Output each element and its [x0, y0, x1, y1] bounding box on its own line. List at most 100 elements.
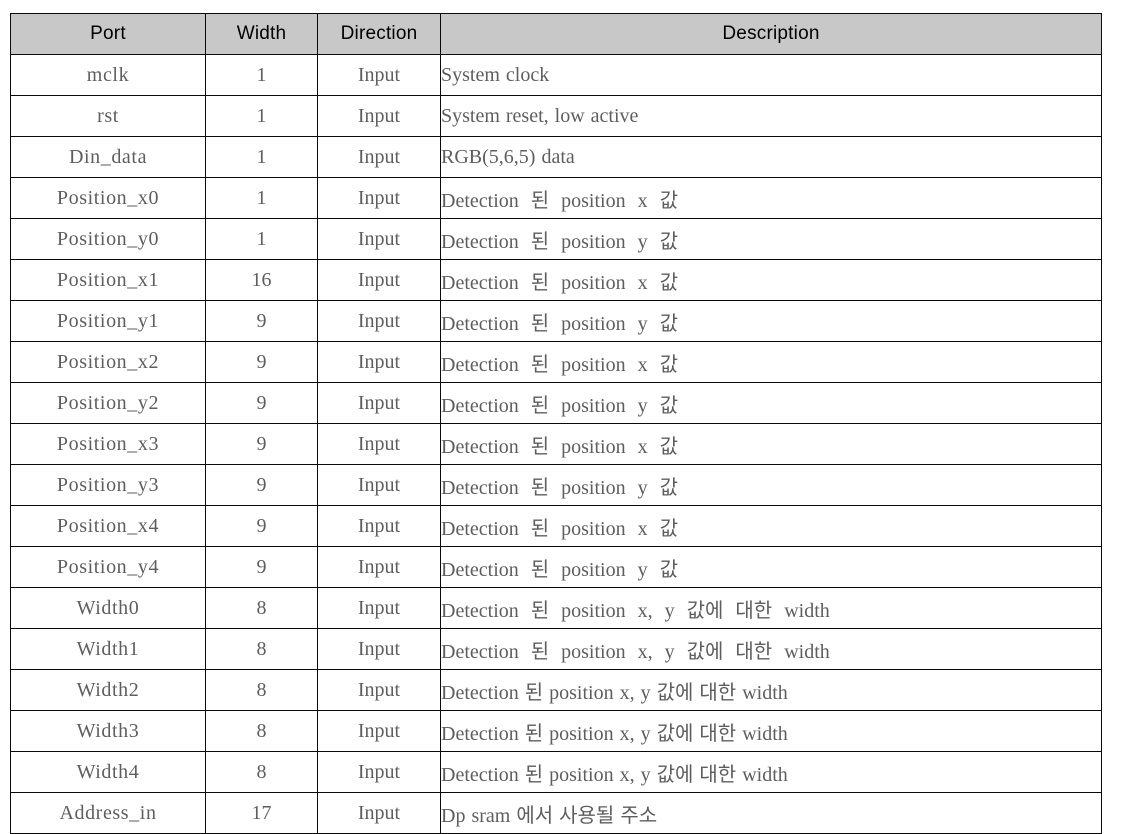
cell-port: Position_y4	[10, 546, 206, 588]
cell-description: System reset, low active	[440, 95, 1102, 137]
cell-width: 9	[205, 505, 318, 547]
cell-description: Detection 된 position y 값	[440, 300, 1102, 342]
cell-direction: Input	[317, 464, 441, 506]
table-row: Width0 8 Input Detection 된 position x, y 값에…	[10, 587, 1102, 629]
cell-width: 9	[205, 382, 318, 424]
table-row: Width4 8 Input Detection 된 position x, y 값에…	[10, 751, 1102, 793]
table-row: Position_x2 9 Input Detection 된 position x …	[10, 341, 1102, 383]
cell-port: Width4	[10, 751, 206, 793]
table-row: Din_data 1 Input RGB(5,6,5) data	[10, 136, 1102, 178]
cell-width: 8	[205, 710, 318, 752]
table-row: Address_in 17 Input Dp sram 에서 사용될 주소	[10, 792, 1102, 834]
table-body: mclk 1 Input System clock rst 1 Input System re…	[10, 54, 1102, 834]
cell-direction: Input	[317, 300, 441, 342]
cell-direction: Input	[317, 546, 441, 588]
cell-width: 16	[205, 259, 318, 301]
cell-port: Position_y0	[10, 218, 206, 260]
cell-description: Detection 된 position x 값	[440, 177, 1102, 219]
column-header-direction: Direction	[317, 13, 441, 55]
cell-width: 1	[205, 136, 318, 178]
cell-port: Position_x2	[10, 341, 206, 383]
cell-width: 8	[205, 587, 318, 629]
cell-direction: Input	[317, 423, 441, 465]
table-header: Port Width Direction Description	[10, 13, 1102, 55]
cell-direction: Input	[317, 136, 441, 178]
table-row: mclk 1 Input System clock	[10, 54, 1102, 96]
cell-description: Detection 된 position y 값	[440, 546, 1102, 588]
cell-port: Position_x1	[10, 259, 206, 301]
cell-width: 1	[205, 54, 318, 96]
cell-port: mclk	[10, 54, 206, 96]
cell-width: 1	[205, 218, 318, 260]
table-row: Position_x3 9 Input Detection 된 position x …	[10, 423, 1102, 465]
cell-port: Position_y1	[10, 300, 206, 342]
cell-width: 17	[205, 792, 318, 834]
table-row: Position_y4 9 Input Detection 된 position y …	[10, 546, 1102, 588]
cell-direction: Input	[317, 628, 441, 670]
table-row: Position_x1 16 Input Detection 된 position x…	[10, 259, 1102, 301]
cell-port: Din_data	[10, 136, 206, 178]
cell-width: 8	[205, 628, 318, 670]
cell-port: Width2	[10, 669, 206, 711]
cell-port: Position_x4	[10, 505, 206, 547]
cell-port: Address_in	[10, 792, 206, 834]
cell-port: Position_x3	[10, 423, 206, 465]
cell-port: Width1	[10, 628, 206, 670]
cell-direction: Input	[317, 792, 441, 834]
cell-width: 1	[205, 177, 318, 219]
column-header-width: Width	[205, 13, 318, 55]
cell-description: Detection 된 position x, y 값에 대한 width	[440, 628, 1102, 670]
table-row: rst 1 Input System reset, low active	[10, 95, 1102, 137]
cell-direction: Input	[317, 54, 441, 96]
cell-port: Position_y3	[10, 464, 206, 506]
cell-direction: Input	[317, 218, 441, 260]
table-row: Position_x4 9 Input Detection 된 position x …	[10, 505, 1102, 547]
table-header-row: Port Width Direction Description	[10, 13, 1102, 55]
cell-port: Width0	[10, 587, 206, 629]
cell-width: 9	[205, 464, 318, 506]
table-row: Width2 8 Input Detection 된 position x, y 값에…	[10, 669, 1102, 711]
cell-description: Detection 된 position x, y 값에 대한 width	[440, 587, 1102, 629]
cell-port: rst	[10, 95, 206, 137]
cell-direction: Input	[317, 751, 441, 793]
cell-description: Detection 된 position x 값	[440, 505, 1102, 547]
cell-direction: Input	[317, 341, 441, 383]
cell-width: 9	[205, 341, 318, 383]
cell-width: 1	[205, 95, 318, 137]
table-row: Position_y2 9 Input Detection 된 position y …	[10, 382, 1102, 424]
cell-direction: Input	[317, 505, 441, 547]
cell-description: RGB(5,6,5) data	[440, 136, 1102, 178]
column-header-description: Description	[440, 13, 1102, 55]
cell-description: System clock	[440, 54, 1102, 96]
table-row: Position_x0 1 Input Detection 된 position x …	[10, 177, 1102, 219]
table-row: Position_y1 9 Input Detection 된 position y …	[10, 300, 1102, 342]
cell-width: 9	[205, 423, 318, 465]
table-row: Width1 8 Input Detection 된 position x, y 값에…	[10, 628, 1102, 670]
cell-port: Width3	[10, 710, 206, 752]
cell-width: 9	[205, 300, 318, 342]
cell-description: Detection 된 position x 값	[440, 423, 1102, 465]
table-row: Position_y3 9 Input Detection 된 position y …	[10, 464, 1102, 506]
cell-width: 8	[205, 751, 318, 793]
cell-direction: Input	[317, 587, 441, 629]
port-description-table: Port Width Direction Description mclk 1 In…	[10, 13, 1102, 834]
cell-direction: Input	[317, 669, 441, 711]
cell-description: Detection 된 position y 값	[440, 464, 1102, 506]
cell-width: 8	[205, 669, 318, 711]
cell-width: 9	[205, 546, 318, 588]
cell-direction: Input	[317, 259, 441, 301]
cell-description: Detection 된 position y 값	[440, 382, 1102, 424]
cell-description: Detection 된 position x 값	[440, 341, 1102, 383]
cell-description: Detection 된 position x 값	[440, 259, 1102, 301]
cell-description: Dp sram 에서 사용될 주소	[440, 792, 1102, 834]
column-header-port: Port	[10, 13, 206, 55]
table-row: Position_y0 1 Input Detection 된 position y …	[10, 218, 1102, 260]
cell-direction: Input	[317, 382, 441, 424]
cell-direction: Input	[317, 177, 441, 219]
table-row: Width3 8 Input Detection 된 position x, y 값에…	[10, 710, 1102, 752]
port-description-table-container: Port Width Direction Description mclk 1 In…	[10, 13, 1102, 834]
cell-description: Detection 된 position x, y 값에 대한 width	[440, 710, 1102, 752]
cell-direction: Input	[317, 710, 441, 752]
cell-direction: Input	[317, 95, 441, 137]
cell-description: Detection 된 position x, y 값에 대한 width	[440, 751, 1102, 793]
